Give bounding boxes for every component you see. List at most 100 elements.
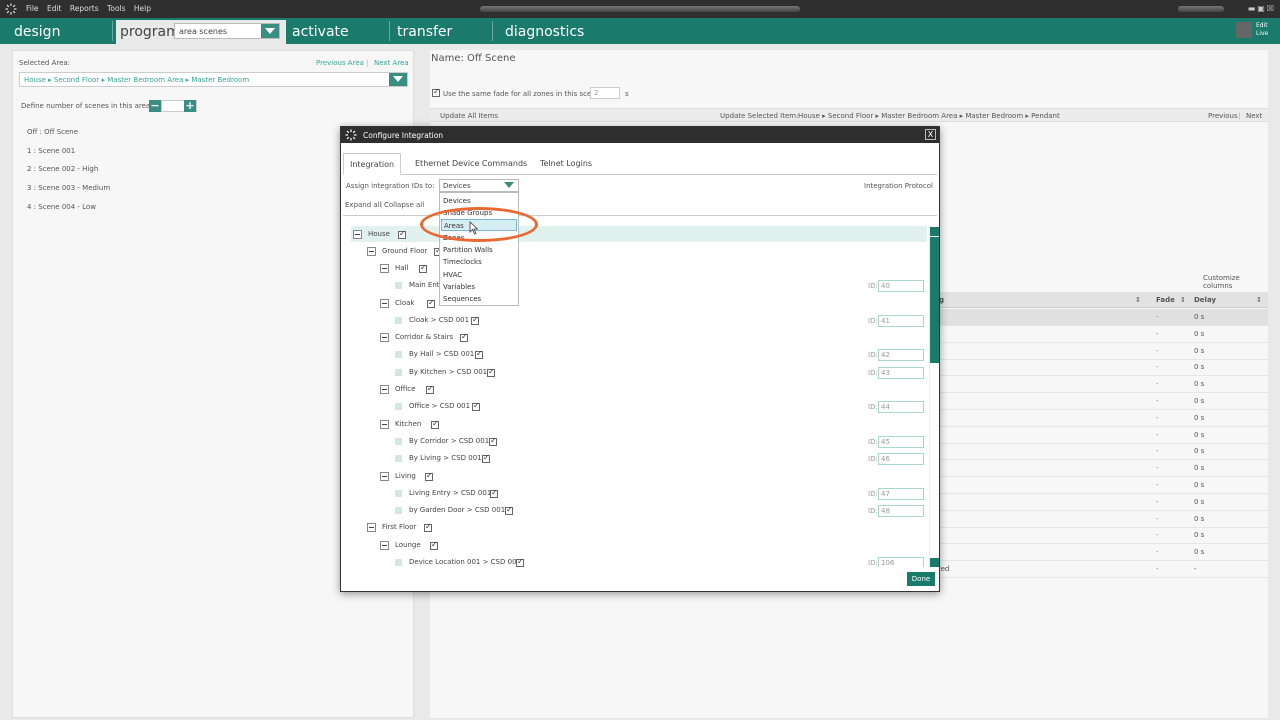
include-checkbox[interactable] bbox=[419, 263, 427, 273]
chevron-down-icon[interactable] bbox=[500, 180, 518, 191]
collapse-icon[interactable] bbox=[367, 247, 376, 256]
fade-cell[interactable]: - bbox=[1156, 565, 1159, 573]
delay-cell[interactable]: 0 s bbox=[1194, 464, 1204, 472]
integration-id-input[interactable]: 48 bbox=[878, 505, 924, 517]
include-checkbox[interactable] bbox=[460, 332, 468, 342]
delay-cell[interactable]: 0 s bbox=[1194, 548, 1204, 556]
scene-item[interactable]: 3 : Scene 003 - Medium bbox=[27, 184, 110, 192]
nav-diagnostics[interactable]: diagnostics bbox=[505, 24, 584, 40]
delay-cell[interactable]: 0 s bbox=[1194, 380, 1204, 388]
include-checkbox[interactable] bbox=[472, 401, 480, 411]
nav-activate[interactable]: activate bbox=[292, 24, 349, 40]
nav-program[interactable]: program bbox=[120, 24, 180, 40]
next-area-link[interactable]: Next Area bbox=[374, 59, 409, 67]
include-checkbox[interactable] bbox=[505, 505, 513, 515]
integration-id-input[interactable]: 40 bbox=[878, 280, 924, 292]
integration-id-input[interactable]: 42 bbox=[878, 349, 924, 361]
include-checkbox[interactable] bbox=[489, 436, 497, 446]
option-devices[interactable]: Devices bbox=[441, 195, 517, 207]
delay-cell[interactable]: 0 s bbox=[1194, 397, 1204, 405]
delay-cell[interactable]: - bbox=[1194, 565, 1197, 573]
include-checkbox[interactable] bbox=[424, 522, 432, 532]
fade-cell[interactable]: - bbox=[1156, 515, 1159, 523]
include-checkbox[interactable] bbox=[490, 488, 498, 498]
include-checkbox[interactable] bbox=[426, 384, 434, 394]
integration-id-input[interactable]: 41 bbox=[878, 315, 924, 327]
table-row[interactable]: - 0 s bbox=[930, 527, 1268, 545]
menu-file[interactable]: File bbox=[26, 4, 39, 13]
close-icon[interactable]: X bbox=[925, 129, 936, 140]
integration-protocol-link[interactable]: Integration Protocol bbox=[864, 182, 933, 190]
update-all-button[interactable]: Update All Items bbox=[440, 112, 498, 120]
include-checkbox[interactable] bbox=[431, 419, 439, 429]
table-row[interactable]: - 0 s bbox=[930, 427, 1268, 444]
previous-area-link[interactable]: Previous Area bbox=[316, 59, 364, 67]
edit-live-button[interactable]: Edit Live bbox=[1236, 21, 1270, 41]
include-checkbox[interactable] bbox=[475, 349, 483, 359]
integration-id-input[interactable]: 43 bbox=[878, 367, 924, 379]
table-row[interactable]: - 0 s bbox=[930, 359, 1268, 377]
delay-cell[interactable]: 0 s bbox=[1194, 498, 1204, 506]
scene-item[interactable]: Off : Off Scene bbox=[27, 128, 78, 136]
assign-ids-dropdown[interactable]: Devices bbox=[439, 179, 519, 192]
fade-cell[interactable]: - bbox=[1156, 380, 1159, 388]
option-timeclocks[interactable]: Timeclocks bbox=[441, 256, 517, 268]
table-row[interactable]: - 0 s bbox=[930, 494, 1268, 511]
option-sequences[interactable]: Sequences bbox=[441, 293, 517, 305]
option-hvac[interactable]: HVAC bbox=[441, 269, 517, 281]
delay-cell[interactable]: 0 s bbox=[1194, 481, 1204, 489]
table-row[interactable]: - 0 s bbox=[930, 544, 1268, 562]
table-row[interactable]: - 0 s bbox=[930, 443, 1268, 461]
table-row[interactable]: - 0 s bbox=[930, 460, 1268, 478]
nav-transfer[interactable]: transfer bbox=[397, 24, 452, 40]
collapse-all-link[interactable]: Collapse all bbox=[384, 201, 424, 209]
column-header-delay[interactable]: Delay bbox=[1194, 296, 1216, 304]
table-row[interactable]: - 0 s bbox=[930, 393, 1268, 410]
fade-cell[interactable]: - bbox=[1156, 397, 1159, 405]
next-item-link[interactable]: Next bbox=[1246, 112, 1262, 120]
scroll-down-icon[interactable] bbox=[930, 558, 939, 567]
tab-integration[interactable]: Integration bbox=[343, 153, 401, 175]
fade-cell[interactable]: - bbox=[1156, 464, 1159, 472]
previous-item-link[interactable]: Previous bbox=[1208, 112, 1238, 120]
include-checkbox[interactable] bbox=[398, 229, 406, 239]
scene-item[interactable]: 4 : Scene 004 - Low bbox=[27, 203, 96, 211]
fade-cell[interactable]: - bbox=[1156, 431, 1159, 439]
table-row[interactable]: cted - - bbox=[930, 561, 1268, 578]
done-button[interactable]: Done bbox=[907, 572, 935, 586]
delay-cell[interactable]: 0 s bbox=[1194, 515, 1204, 523]
minimize-icon[interactable]: ▬ bbox=[1248, 4, 1258, 13]
integration-id-input[interactable]: 47 bbox=[878, 488, 924, 500]
menu-tools[interactable]: Tools bbox=[107, 4, 125, 13]
increment-scenes-button[interactable]: + bbox=[184, 100, 196, 112]
delay-cell[interactable]: 0 s bbox=[1194, 347, 1204, 355]
selected-area-dropdown[interactable]: House ▸ Second Floor ▸ Master Bedroom Ar… bbox=[19, 72, 408, 87]
menu-edit[interactable]: Edit bbox=[47, 4, 62, 13]
delay-cell[interactable]: 0 s bbox=[1194, 531, 1204, 539]
integration-id-input[interactable]: 44 bbox=[878, 401, 924, 413]
table-row[interactable]: - 0 s bbox=[930, 376, 1268, 394]
delay-cell[interactable]: 0 s bbox=[1194, 447, 1204, 455]
integration-id-input[interactable]: 46 bbox=[878, 453, 924, 465]
collapse-icon[interactable] bbox=[367, 523, 376, 532]
tab-ethernet-device-commands[interactable]: Ethernet Device Commands bbox=[415, 153, 527, 175]
fade-cell[interactable]: - bbox=[1156, 313, 1159, 321]
collapse-icon[interactable] bbox=[380, 333, 389, 342]
collapse-icon[interactable] bbox=[380, 385, 389, 394]
maximize-icon[interactable]: ▣ bbox=[1257, 4, 1267, 13]
fade-cell[interactable]: - bbox=[1156, 363, 1159, 371]
collapse-icon[interactable] bbox=[380, 264, 389, 273]
include-checkbox[interactable] bbox=[471, 315, 479, 325]
include-checkbox[interactable] bbox=[427, 298, 435, 308]
integration-id-input[interactable]: 45 bbox=[878, 436, 924, 448]
column-header-fade[interactable]: Fade bbox=[1156, 296, 1175, 304]
fade-cell[interactable]: - bbox=[1156, 548, 1159, 556]
chevron-down-icon[interactable] bbox=[389, 73, 407, 86]
same-fade-checkbox[interactable] bbox=[432, 87, 440, 97]
collapse-icon[interactable] bbox=[380, 541, 389, 550]
collapse-icon[interactable] bbox=[353, 230, 362, 239]
scrollbar-thumb[interactable] bbox=[930, 237, 939, 363]
include-checkbox[interactable] bbox=[425, 471, 433, 481]
sort-icon[interactable]: ⇕ bbox=[1180, 296, 1186, 304]
delay-cell[interactable]: 0 s bbox=[1194, 414, 1204, 422]
